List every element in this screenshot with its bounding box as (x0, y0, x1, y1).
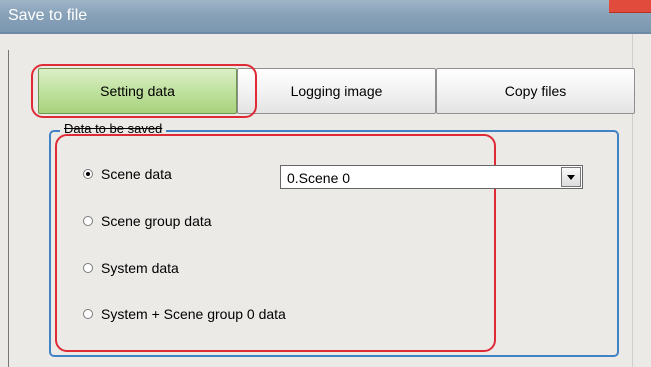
system-scene-group-data-radio-option[interactable]: System + Scene group 0 data (83, 305, 286, 323)
left-window-edge (8, 50, 9, 367)
tab-label: Copy files (504, 83, 567, 99)
scene-data-radio-option[interactable]: Scene data (83, 165, 172, 183)
window-title-bar: Save to file (0, 0, 651, 34)
group-label: Data to be saved (60, 121, 167, 137)
radio-button-icon[interactable] (83, 216, 93, 226)
scene-select-value: 0.Scene 0 (287, 170, 351, 186)
window-close-accent[interactable] (609, 0, 651, 13)
tab-label: Setting data (100, 83, 175, 99)
scene-group-data-label: Scene group data (101, 213, 212, 229)
system-data-radio-option[interactable]: System data (83, 259, 179, 277)
system-scene-group-data-label: System + Scene group 0 data (101, 306, 286, 322)
window-title: Save to file (8, 7, 88, 24)
tab-setting-data[interactable]: Setting data (38, 68, 237, 114)
tab-copy-files[interactable]: Copy files (436, 68, 635, 114)
scene-data-label: Scene data (101, 166, 172, 182)
chevron-down-icon (567, 175, 575, 180)
dropdown-button[interactable] (561, 167, 581, 187)
radio-button-icon[interactable] (83, 169, 93, 179)
system-data-label: System data (101, 260, 179, 276)
scene-select[interactable]: 0.Scene 0 (280, 165, 583, 189)
radio-button-icon[interactable] (83, 263, 93, 273)
tab-label: Logging image (290, 83, 383, 99)
scene-group-data-radio-option[interactable]: Scene group data (83, 212, 212, 230)
radio-button-icon[interactable] (83, 309, 93, 319)
tab-logging-image[interactable]: Logging image (237, 68, 436, 114)
save-to-file-dialog: Save to file Setting data Logging image … (0, 0, 651, 367)
